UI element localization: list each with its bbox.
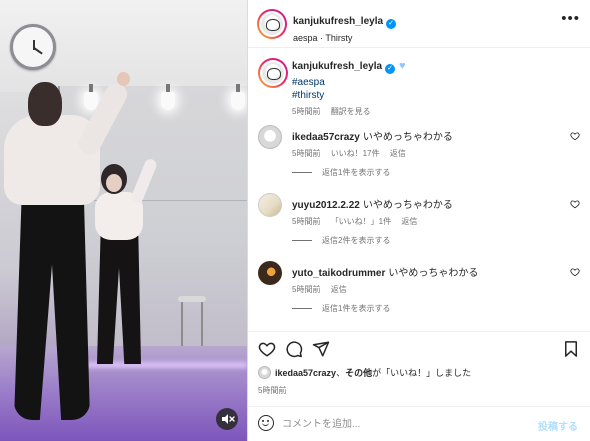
comments-section[interactable]: kanjukufresh_leyla ✓ ♥ #aespa #thirsty 5時間… [248,48,590,331]
liker-username[interactable]: ikedaa57crazy [275,368,336,378]
reply-button[interactable]: 返信 [331,285,347,294]
ceiling-lamp [231,84,245,110]
comment-item: yuto_taikodrummer いやめっちゃわかる 5時間前 返信 返信1件を… [258,261,588,321]
share-icon[interactable] [312,340,330,358]
ceiling-lamp [161,84,175,110]
more-options-icon[interactable]: ••• [561,11,580,26]
comment-heart-icon[interactable] [570,131,580,144]
caption-username[interactable]: kanjukufresh_leyla [292,61,382,72]
comment-time[interactable]: 5時間前 [292,149,320,158]
audio-label[interactable]: aespa · Thirsty [293,33,396,43]
comment-text: いやめっちゃわかる [362,132,453,143]
comment-time[interactable]: 5時間前 [292,217,320,226]
comment-username[interactable]: yuto_taikodrummer [292,268,385,279]
post-video[interactable] [0,0,247,441]
comment-text: いやめっちゃわかる [388,268,479,279]
post-time[interactable]: 5時間前 [258,385,286,396]
caption-time[interactable]: 5時間前 [292,107,320,116]
translate-link[interactable]: 翻訳を見る [331,107,371,116]
commenter-avatar[interactable] [258,261,282,285]
comment-heart-icon[interactable] [570,199,580,212]
caption: kanjukufresh_leyla ✓ ♥ #aespa #thirsty 5時間… [292,60,562,117]
comment-text: いやめっちゃわかる [362,200,453,211]
verified-badge-icon: ✓ [385,64,396,74]
muted-speaker-icon[interactable] [216,408,238,430]
bookmark-icon[interactable] [562,340,580,358]
verified-badge-icon: ✓ [386,19,397,29]
comment-item: ikedaa57crazy いやめっちゃわかる 5時間前 いいね！17件 返信 返… [258,125,588,185]
hashtag-aespa[interactable]: #aespa [292,77,562,88]
wall-clock [10,24,56,70]
comment-icon[interactable] [285,340,303,358]
floor-light [70,362,247,368]
liked-by-others[interactable]: その他 [345,368,372,378]
add-comment-bar: 投稿する [248,406,590,441]
caption-avatar[interactable] [258,58,288,88]
post-username[interactable]: kanjukufresh_leyla [293,16,383,27]
comment-item: yuyu2012.2.22 いやめっちゃわかる 5時間前 「いいね！」1件 返信 … [258,193,588,253]
avatar[interactable] [257,9,287,39]
comment-likes[interactable]: いいね！17件 [331,149,380,158]
post-comment-button[interactable]: 投稿する [538,418,578,433]
liked-by-separator: 、 [336,368,346,378]
hashtag-thirsty[interactable]: #thirsty [292,90,562,101]
post-header: kanjukufresh_leyla ✓ aespa · Thirsty ••• [248,0,590,48]
commenter-avatar[interactable] [258,125,282,149]
reply-button[interactable]: 返信 [390,149,406,158]
emoji-icon[interactable] [258,415,274,431]
stool [178,296,206,346]
comment-time[interactable]: 5時間前 [292,285,320,294]
comment-likes[interactable]: 「いいね！」1件 [331,217,391,226]
view-replies-button[interactable]: 返信2件を表示する [292,235,390,246]
liked-by: ikedaa57crazy、その他が「いいね！」しました [258,366,580,379]
heart-icon[interactable] [258,340,276,358]
comment-username[interactable]: ikedaa57crazy [292,132,360,143]
liked-by-suffix: が「いいね！」しました [372,368,472,378]
comment-heart-icon[interactable] [570,267,580,280]
post-side-panel: kanjukufresh_leyla ✓ aespa · Thirsty ••• … [248,0,590,441]
comment-input[interactable] [282,414,522,434]
action-bar [248,331,590,365]
comment-username[interactable]: yuyu2012.2.22 [292,200,360,211]
reply-button[interactable]: 返信 [401,217,417,226]
view-replies-button[interactable]: 返信1件を表示する [292,167,390,178]
view-replies-button[interactable]: 返信1件を表示する [292,303,390,314]
blue-heart-icon: ♥ [399,60,406,72]
liker-avatar[interactable] [258,366,271,379]
commenter-avatar[interactable] [258,193,282,217]
